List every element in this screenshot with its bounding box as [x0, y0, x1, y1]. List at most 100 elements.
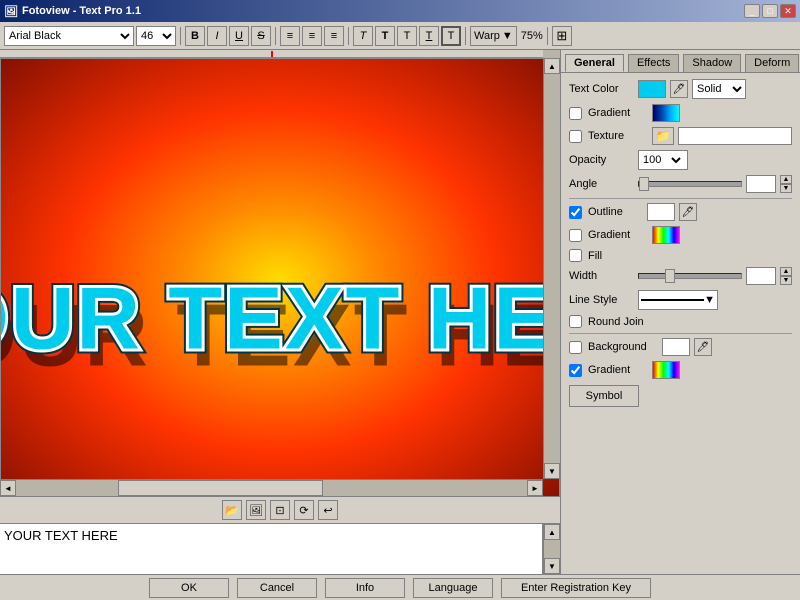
underline-button[interactable]: U	[229, 26, 249, 46]
save-file-button[interactable]: 🖼	[246, 500, 266, 520]
align-right-button[interactable]: ≡	[324, 26, 344, 46]
text-vscroll-down[interactable]: ▼	[544, 558, 560, 574]
angle-input[interactable]: 0	[746, 175, 776, 193]
text-edit-input[interactable]: YOUR TEXT HERE	[0, 524, 543, 574]
italic-button[interactable]: I	[207, 26, 227, 46]
round-join-checkbox[interactable]	[569, 315, 582, 328]
ruler-marker	[271, 51, 273, 57]
open-file-button[interactable]: 📂	[222, 500, 242, 520]
footer: OK Cancel Info Language Enter Registrati…	[0, 574, 800, 600]
ok-button[interactable]: OK	[149, 578, 229, 598]
line-style-combo[interactable]: ▼	[638, 290, 718, 310]
extra-button[interactable]: ⊞	[552, 26, 572, 46]
gradient2-checkbox[interactable]	[569, 364, 582, 377]
hscroll-right-button[interactable]: ►	[527, 480, 543, 496]
gradient2-label: Gradient	[588, 364, 648, 376]
text-color-swatch[interactable]	[638, 80, 666, 98]
register-button[interactable]: Enter Registration Key	[501, 578, 651, 598]
cancel-button[interactable]: Cancel	[237, 578, 317, 598]
language-button[interactable]: Language	[413, 578, 493, 598]
text-style2-button[interactable]: T	[375, 26, 395, 46]
titlebar: 🖼 Fotoview - Text Pro 1.1 _ □ ✕	[0, 0, 800, 22]
text-color-eyedropper[interactable]: 🖊	[670, 80, 688, 98]
minimize-button[interactable]: _	[744, 4, 760, 18]
rotate-icon: ⟳	[299, 504, 308, 517]
fill-checkbox[interactable]	[569, 249, 582, 262]
outline-eyedropper[interactable]: 🖊	[679, 203, 697, 221]
tab-effects[interactable]: Effects	[628, 54, 679, 72]
opacity-row: Opacity 100 75 50	[569, 150, 792, 170]
outline-gradient-label: Gradient	[588, 229, 648, 241]
strikethrough-button[interactable]: S	[251, 26, 271, 46]
vscroll-down-button[interactable]: ▼	[544, 463, 560, 479]
tab-shadow[interactable]: Shadow	[683, 54, 741, 72]
outline-color-swatch[interactable]	[647, 203, 675, 221]
tab-deform[interactable]: Deform	[745, 54, 799, 72]
info-button[interactable]: Info	[325, 578, 405, 598]
resize-button[interactable]: ⊡	[270, 500, 290, 520]
text-canvas[interactable]: YOUR TEXT HERE YOUR TEXT HERE YOUR TEXT …	[0, 58, 560, 496]
window-controls: _ □ ✕	[744, 4, 796, 18]
gradient-checkbox[interactable]	[569, 107, 582, 120]
background-color-swatch[interactable]	[662, 338, 690, 356]
text-vscroll-up[interactable]: ▲	[544, 524, 560, 540]
width-slider-thumb[interactable]	[665, 269, 675, 283]
main-area: YOUR TEXT HERE YOUR TEXT HERE YOUR TEXT …	[0, 50, 800, 574]
width-up-button[interactable]: ▲	[780, 267, 792, 276]
tab-general[interactable]: General	[565, 54, 624, 72]
hscroll-thumb[interactable]	[118, 480, 322, 496]
hscroll-track[interactable]	[16, 480, 527, 496]
align-left-button[interactable]: ≡	[280, 26, 300, 46]
rotate-button[interactable]: ⟳	[294, 500, 314, 520]
text-area-scrollbar[interactable]: ▲ ▼	[543, 524, 560, 574]
solid-dropdown[interactable]: Solid Linear Radial	[693, 82, 745, 96]
angle-down-button[interactable]: ▼	[780, 184, 792, 193]
vscroll-track[interactable]	[544, 74, 560, 463]
size-select[interactable]: 46	[136, 26, 176, 46]
angle-slider-thumb[interactable]	[639, 177, 649, 191]
text-style4-button[interactable]: T	[419, 26, 439, 46]
hscroll-left-button[interactable]: ◄	[0, 480, 16, 496]
angle-up-button[interactable]: ▲	[780, 175, 792, 184]
opacity-combo[interactable]: 100 75 50	[638, 150, 688, 170]
vertical-scrollbar[interactable]: ▲ ▼	[543, 58, 560, 479]
text-style1-button[interactable]: T	[353, 26, 373, 46]
outline-label: Outline	[588, 206, 643, 218]
background-checkbox[interactable]	[569, 341, 582, 354]
text-vscroll-track[interactable]	[544, 540, 560, 558]
texture-checkbox[interactable]	[569, 130, 582, 143]
solid-dropdown-container[interactable]: Solid Linear Radial	[692, 79, 746, 99]
gradient-swatch[interactable]	[652, 104, 680, 122]
font-select[interactable]: Arial Black	[4, 26, 134, 46]
background-eyedropper[interactable]: 🖊	[694, 338, 712, 356]
width-down-button[interactable]: ▼	[780, 276, 792, 285]
outline-gradient-swatch[interactable]	[652, 226, 680, 244]
gradient2-swatch[interactable]	[652, 361, 680, 379]
horizontal-scrollbar[interactable]: ◄ ►	[0, 479, 543, 496]
panel-content: Text Color 🖊 Solid Linear Radial Gradien…	[561, 73, 800, 574]
texture-browse-button[interactable]: 📁	[652, 127, 674, 145]
angle-slider[interactable]	[638, 181, 742, 187]
angle-spinner: ▲ ▼	[780, 175, 792, 193]
width-spinner: ▲ ▼	[780, 267, 792, 285]
width-slider[interactable]	[638, 273, 742, 279]
bold-button[interactable]: B	[185, 26, 205, 46]
text-style3-button[interactable]: T	[397, 26, 417, 46]
outline-gradient-checkbox[interactable]	[569, 229, 582, 242]
ruler-top	[0, 50, 543, 58]
canvas-frame: YOUR TEXT HERE YOUR TEXT HERE YOUR TEXT …	[0, 50, 560, 496]
warp-combo[interactable]: Warp ▼	[470, 26, 517, 46]
window-title: Fotoview - Text Pro 1.1	[22, 5, 141, 17]
symbol-button[interactable]: Symbol	[569, 385, 639, 407]
align-center-button[interactable]: ≡	[302, 26, 322, 46]
vscroll-up-button[interactable]: ▲	[544, 58, 560, 74]
width-input[interactable]: 3	[746, 267, 776, 285]
text-style5-button[interactable]: T	[441, 26, 461, 46]
round-join-row: Round Join	[569, 315, 792, 328]
outline-checkbox[interactable]	[569, 206, 582, 219]
undo-button[interactable]: ↩	[318, 500, 338, 520]
close-button[interactable]: ✕	[780, 4, 796, 18]
background-label: Background	[588, 341, 658, 353]
opacity-select[interactable]: 100 75 50	[639, 153, 684, 167]
maximize-button[interactable]: □	[762, 4, 778, 18]
